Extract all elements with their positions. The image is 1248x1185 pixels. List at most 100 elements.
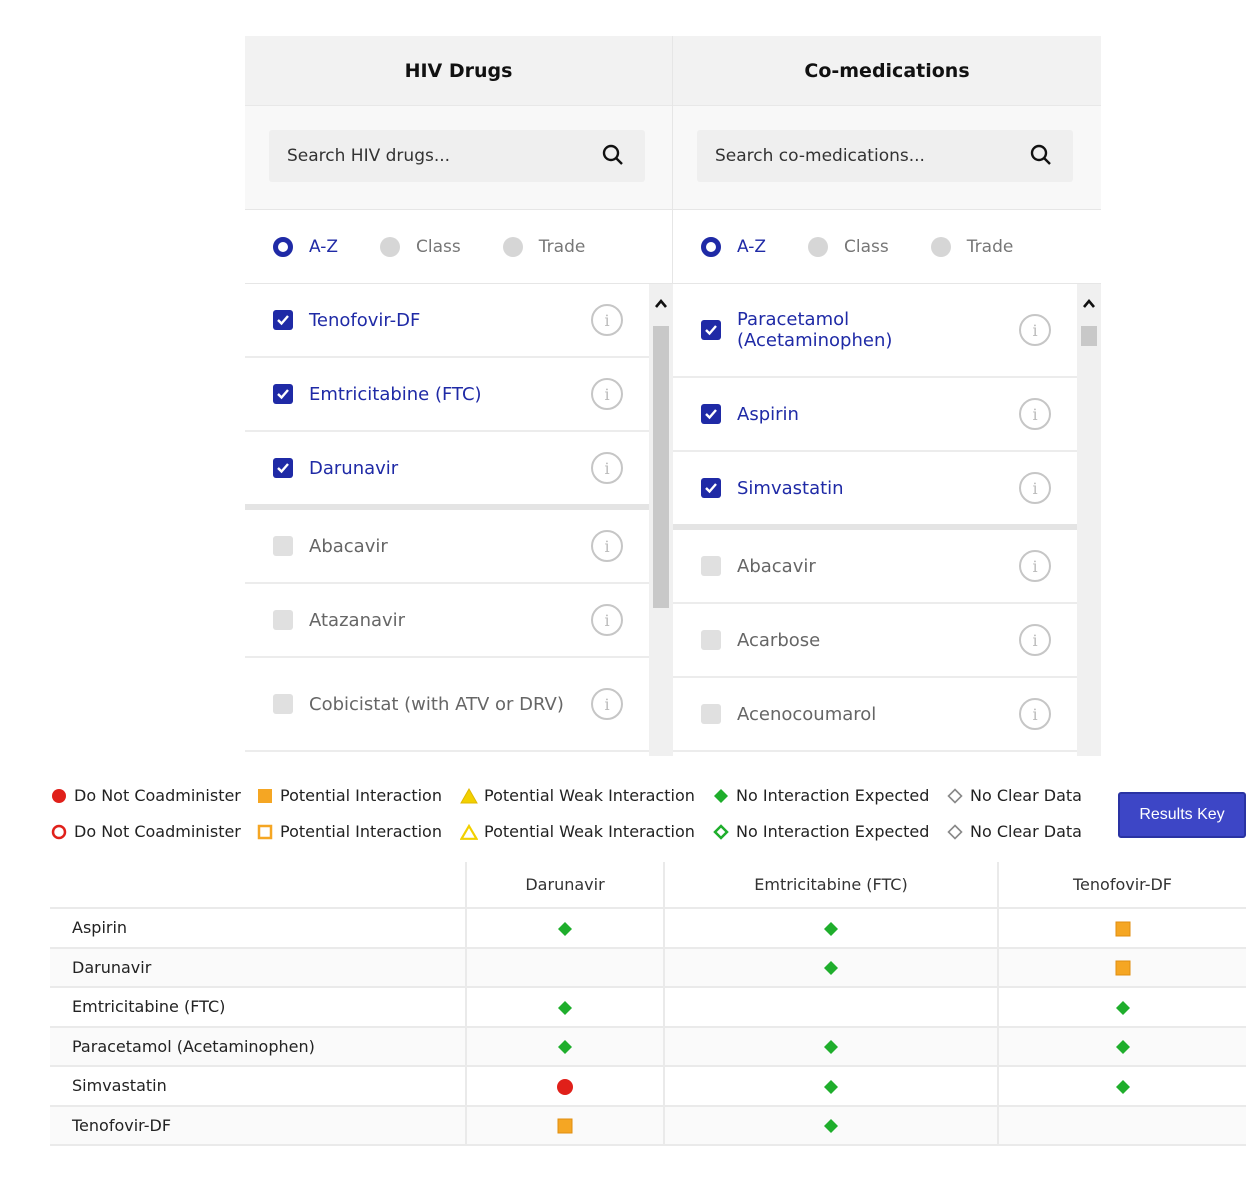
scrollbar[interactable] (1077, 284, 1101, 756)
search-icon[interactable] (601, 143, 627, 169)
interaction-cell[interactable] (465, 1066, 664, 1107)
interaction-cell[interactable] (465, 1026, 664, 1067)
info-icon[interactable]: i (591, 452, 623, 484)
list-item[interactable]: Acarbose i (673, 604, 1077, 678)
checkbox-checked-icon[interactable] (273, 310, 293, 330)
list-item[interactable]: Atazanavir i (245, 584, 649, 658)
item-label: Abacavir (309, 535, 388, 557)
results-key-button[interactable]: Results Key (1118, 792, 1246, 838)
table-header: Darunavir (465, 862, 664, 909)
legend-label: Potential Interaction (280, 786, 442, 805)
info-icon[interactable]: i (1019, 698, 1051, 730)
checkbox-icon[interactable] (273, 536, 293, 556)
co-medications-search-input[interactable] (715, 146, 1029, 166)
list-item[interactable]: Cobicistat (with ATV or DRV) i (245, 658, 649, 752)
list-item[interactable]: Abacavir i (673, 530, 1077, 604)
sort-option-class[interactable]: Class (380, 236, 461, 257)
interaction-cell[interactable] (997, 1066, 1246, 1107)
legend-item: Potential Weak Interaction (460, 822, 695, 841)
interaction-cell[interactable] (663, 1105, 998, 1146)
chevron-up-icon[interactable] (1081, 296, 1097, 312)
list-item[interactable]: Paracetamol (Acetaminophen) i (673, 284, 1077, 378)
sort-option-trade[interactable]: Trade (930, 236, 1013, 257)
sort-option-az[interactable]: A-Z (701, 236, 766, 257)
interaction-cell[interactable] (465, 987, 664, 1028)
checkbox-icon[interactable] (701, 556, 721, 576)
interaction-cell[interactable] (997, 1026, 1246, 1067)
orange-square-icon (557, 1116, 573, 1135)
legend-label: Do Not Coadminister (74, 822, 241, 841)
info-icon[interactable]: i (1019, 314, 1051, 346)
info-icon[interactable]: i (591, 304, 623, 336)
orange-square-icon (1115, 958, 1131, 977)
list-item[interactable]: Abacavir i (245, 510, 649, 584)
radio-icon (502, 236, 523, 257)
legend-item: No Clear Data (946, 822, 1082, 841)
green-diamond-icon (823, 1076, 839, 1095)
green-diamond-icon (1115, 997, 1131, 1016)
yellow-triangle-outline-icon (460, 823, 478, 841)
row-drug-name: Emtricitabine (FTC) (50, 987, 466, 1028)
info-icon[interactable]: i (1019, 624, 1051, 656)
interaction-cell[interactable] (663, 1066, 998, 1107)
info-icon[interactable]: i (1019, 550, 1051, 582)
interaction-cell (663, 987, 998, 1028)
green-diamond-icon (823, 1037, 839, 1056)
list-item[interactable]: Darunavir i (245, 432, 649, 510)
sort-option-class[interactable]: Class (808, 236, 889, 257)
list-item[interactable]: Tenofovir-DF i (245, 284, 649, 358)
interaction-cell[interactable] (663, 908, 998, 949)
scrollbar-thumb[interactable] (653, 326, 669, 608)
search-icon[interactable] (1029, 143, 1055, 169)
interaction-cell[interactable] (997, 987, 1246, 1028)
list-item[interactable]: Emtricitabine (FTC) i (245, 358, 649, 432)
sort-option-az[interactable]: A-Z (273, 236, 338, 257)
row-drug-name: Paracetamol (Acetaminophen) (50, 1026, 466, 1067)
item-label: Darunavir (309, 457, 399, 479)
legend-label: No Interaction Expected (736, 822, 930, 841)
sort-label: Class (416, 236, 461, 257)
checkbox-checked-icon[interactable] (273, 384, 293, 404)
sort-options: A-Z Class Trade (245, 210, 672, 284)
list-item[interactable]: Simvastatin i (673, 452, 1077, 530)
legend-item: No Interaction Expected (712, 822, 929, 841)
item-label: Abacavir (737, 555, 816, 577)
checkbox-checked-icon[interactable] (701, 404, 721, 424)
interaction-cell[interactable] (663, 1026, 998, 1067)
sort-label: Trade (538, 236, 586, 257)
checkbox-icon[interactable] (701, 630, 721, 650)
yellow-triangle-filled-icon (460, 787, 478, 805)
list-item[interactable]: Acenocoumarol i (673, 678, 1077, 752)
sort-label: Class (844, 236, 889, 257)
info-icon[interactable]: i (1019, 472, 1051, 504)
green-diamond-icon (1115, 1076, 1131, 1095)
info-icon[interactable]: i (591, 688, 623, 720)
chevron-up-icon[interactable] (653, 296, 669, 312)
checkbox-icon[interactable] (273, 610, 293, 630)
hiv-drugs-list: Tenofovir-DF i Emtricitabine (FTC) i Dar… (245, 284, 673, 756)
table-row: Darunavir (50, 947, 1246, 988)
interaction-cell[interactable] (465, 908, 664, 949)
info-icon[interactable]: i (591, 378, 623, 410)
scrollbar[interactable] (649, 284, 673, 756)
table-header: Tenofovir-DF (997, 862, 1246, 909)
info-icon[interactable]: i (591, 604, 623, 636)
list-item[interactable]: Aspirin i (673, 378, 1077, 452)
panel-title: Co-medications (673, 36, 1101, 106)
sort-option-trade[interactable]: Trade (502, 236, 586, 257)
info-icon[interactable]: i (591, 530, 623, 562)
green-diamond-icon (557, 918, 573, 937)
checkbox-icon[interactable] (273, 694, 293, 714)
radio-selected-icon (273, 236, 293, 257)
interaction-cell[interactable] (997, 947, 1246, 988)
hiv-drugs-search-input[interactable] (287, 146, 601, 166)
checkbox-checked-icon[interactable] (701, 478, 721, 498)
interaction-cell[interactable] (997, 908, 1246, 949)
info-icon[interactable]: i (1019, 398, 1051, 430)
interaction-cell[interactable] (465, 1105, 664, 1146)
interaction-cell[interactable] (663, 947, 998, 988)
checkbox-icon[interactable] (701, 704, 721, 724)
checkbox-checked-icon[interactable] (273, 458, 293, 478)
scrollbar-thumb[interactable] (1081, 326, 1097, 346)
checkbox-checked-icon[interactable] (701, 320, 721, 340)
